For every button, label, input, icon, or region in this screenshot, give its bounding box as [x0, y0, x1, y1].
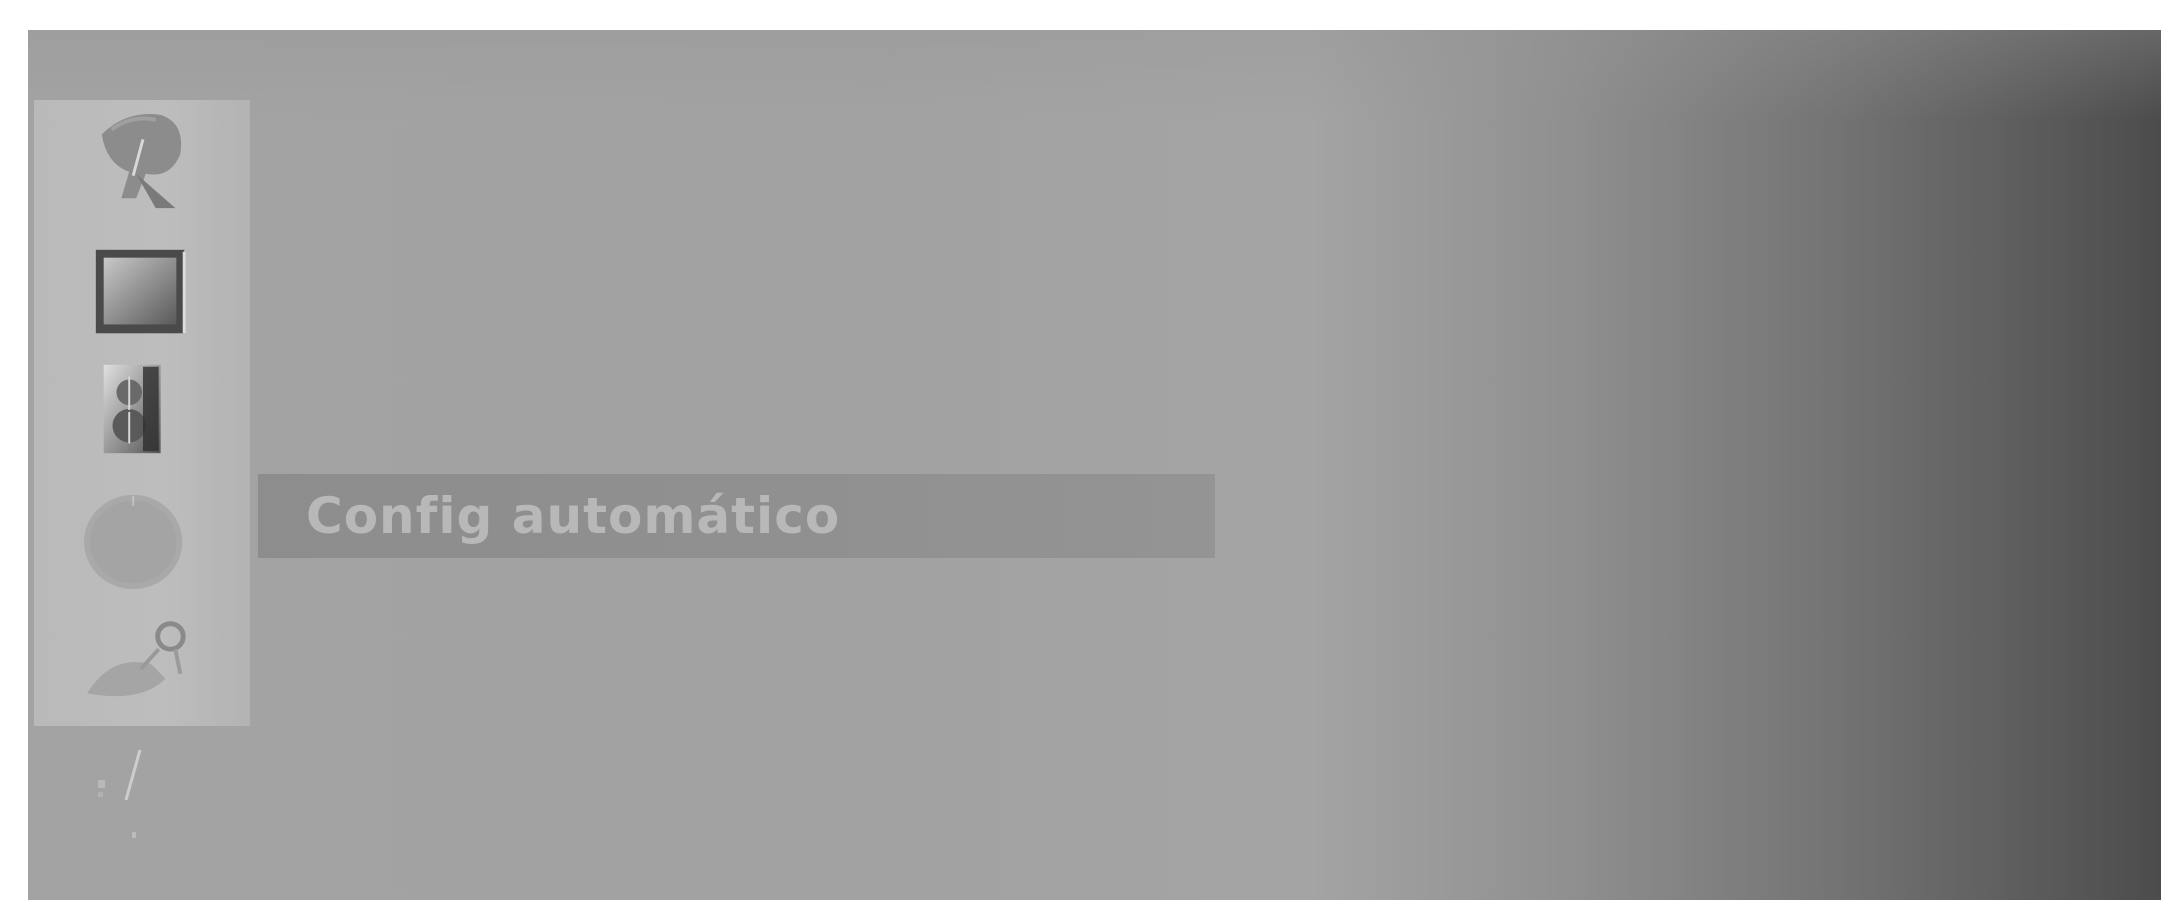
picture-monitor-icon[interactable] — [82, 240, 200, 348]
auto-setup-label: Config automático — [306, 487, 841, 545]
auto-setup-menu-item[interactable]: Config automático — [258, 474, 1215, 558]
lock-icon[interactable] — [88, 740, 178, 850]
osd-menu-panel — [28, 30, 2161, 900]
clock-icon[interactable] — [82, 488, 200, 596]
tv-osd-screen: Config automático — [0, 0, 2161, 900]
satellite-dish-icon[interactable] — [82, 105, 200, 213]
settings-satellite-icon[interactable] — [82, 605, 200, 713]
speaker-icon[interactable] — [82, 355, 200, 463]
